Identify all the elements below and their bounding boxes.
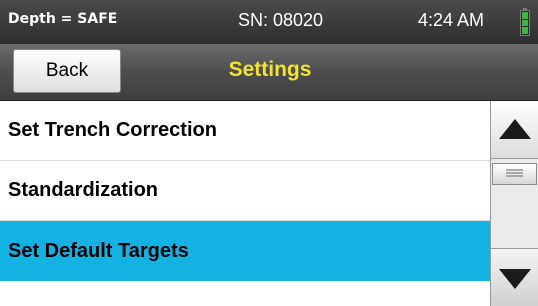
scroll-up-button[interactable] (491, 101, 538, 159)
scroll-down-button[interactable] (491, 248, 538, 306)
clock-time: 4:24 AM (418, 10, 485, 30)
page-title: Settings (228, 58, 312, 81)
grip-lines-icon (506, 169, 523, 177)
triangle-up-icon (499, 119, 531, 139)
back-button[interactable]: Back (13, 49, 121, 93)
serial-number: SN: 08020 (238, 10, 324, 30)
status-bar: Depth = SAFE SN: 08020 4:24 AM (0, 0, 538, 44)
scrollbar[interactable] (490, 101, 538, 306)
depth-status: Depth = SAFE (8, 11, 118, 27)
menu-item-set-default-targets[interactable]: Set Default Targets (0, 221, 490, 281)
settings-menu-list: Set Trench Correction Standardization Se… (0, 101, 490, 306)
menu-item-standardization[interactable]: Standardization (0, 161, 490, 221)
header-bar: Back Settings (0, 44, 538, 101)
battery-icon (520, 8, 530, 36)
triangle-down-icon (499, 269, 531, 289)
scroll-thumb[interactable] (492, 163, 537, 185)
menu-item-set-trench-correction[interactable]: Set Trench Correction (0, 101, 490, 161)
